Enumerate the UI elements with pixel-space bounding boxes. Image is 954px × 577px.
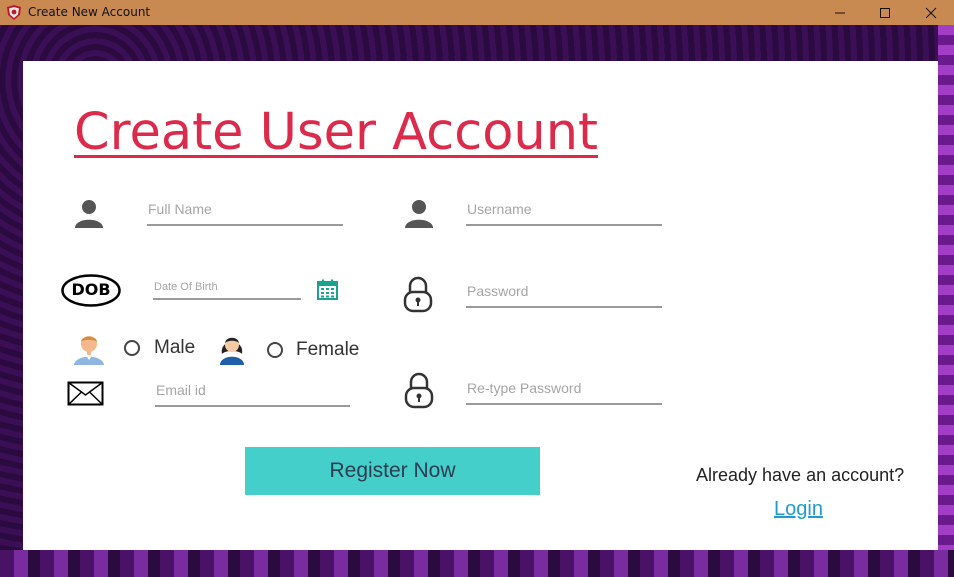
password-field[interactable] bbox=[466, 276, 662, 308]
register-button[interactable]: Register Now bbox=[245, 447, 540, 495]
user-icon bbox=[405, 200, 433, 228]
female-avatar-icon bbox=[220, 337, 244, 365]
login-link[interactable]: Login bbox=[774, 498, 823, 521]
date-of-birth-field[interactable] bbox=[153, 275, 301, 300]
lock-icon bbox=[403, 276, 433, 313]
page-title: Create User Account bbox=[74, 103, 599, 162]
maximize-icon bbox=[880, 7, 890, 18]
date-of-birth-input[interactable] bbox=[153, 275, 301, 299]
male-radio[interactable] bbox=[124, 340, 140, 356]
window-title: Create New Account bbox=[28, 5, 151, 19]
minimize-button[interactable] bbox=[817, 0, 863, 25]
registration-panel: Create User Account DOB bbox=[23, 61, 938, 550]
maximize-button[interactable] bbox=[862, 0, 908, 25]
lock-icon bbox=[404, 372, 434, 409]
already-have-account-text: Already have an account? bbox=[696, 465, 905, 485]
male-avatar-icon bbox=[74, 336, 104, 365]
envelope-icon bbox=[67, 381, 104, 406]
close-icon bbox=[925, 7, 937, 18]
email-field[interactable] bbox=[155, 374, 350, 407]
retype-password-field[interactable] bbox=[466, 372, 662, 405]
username-input[interactable] bbox=[466, 194, 662, 224]
full-name-input[interactable] bbox=[147, 194, 343, 224]
male-label: Male bbox=[154, 337, 196, 358]
title-bar: Create New Account bbox=[0, 0, 954, 25]
dob-icon-label: DOB bbox=[71, 280, 111, 299]
background-pattern-bottom bbox=[0, 550, 954, 577]
full-name-field[interactable] bbox=[147, 194, 343, 226]
email-input[interactable] bbox=[155, 374, 350, 405]
background-pattern-right bbox=[938, 25, 954, 577]
close-button[interactable] bbox=[908, 0, 954, 25]
minimize-icon bbox=[835, 12, 845, 13]
username-field[interactable] bbox=[466, 194, 662, 226]
retype-password-input[interactable] bbox=[466, 372, 662, 403]
user-icon bbox=[75, 200, 103, 228]
password-input[interactable] bbox=[466, 276, 662, 306]
calendar-icon[interactable] bbox=[317, 279, 338, 300]
shield-app-icon bbox=[7, 5, 21, 20]
female-radio[interactable] bbox=[267, 342, 283, 358]
female-label: Female bbox=[296, 339, 360, 360]
dob-icon: DOB bbox=[61, 274, 121, 307]
